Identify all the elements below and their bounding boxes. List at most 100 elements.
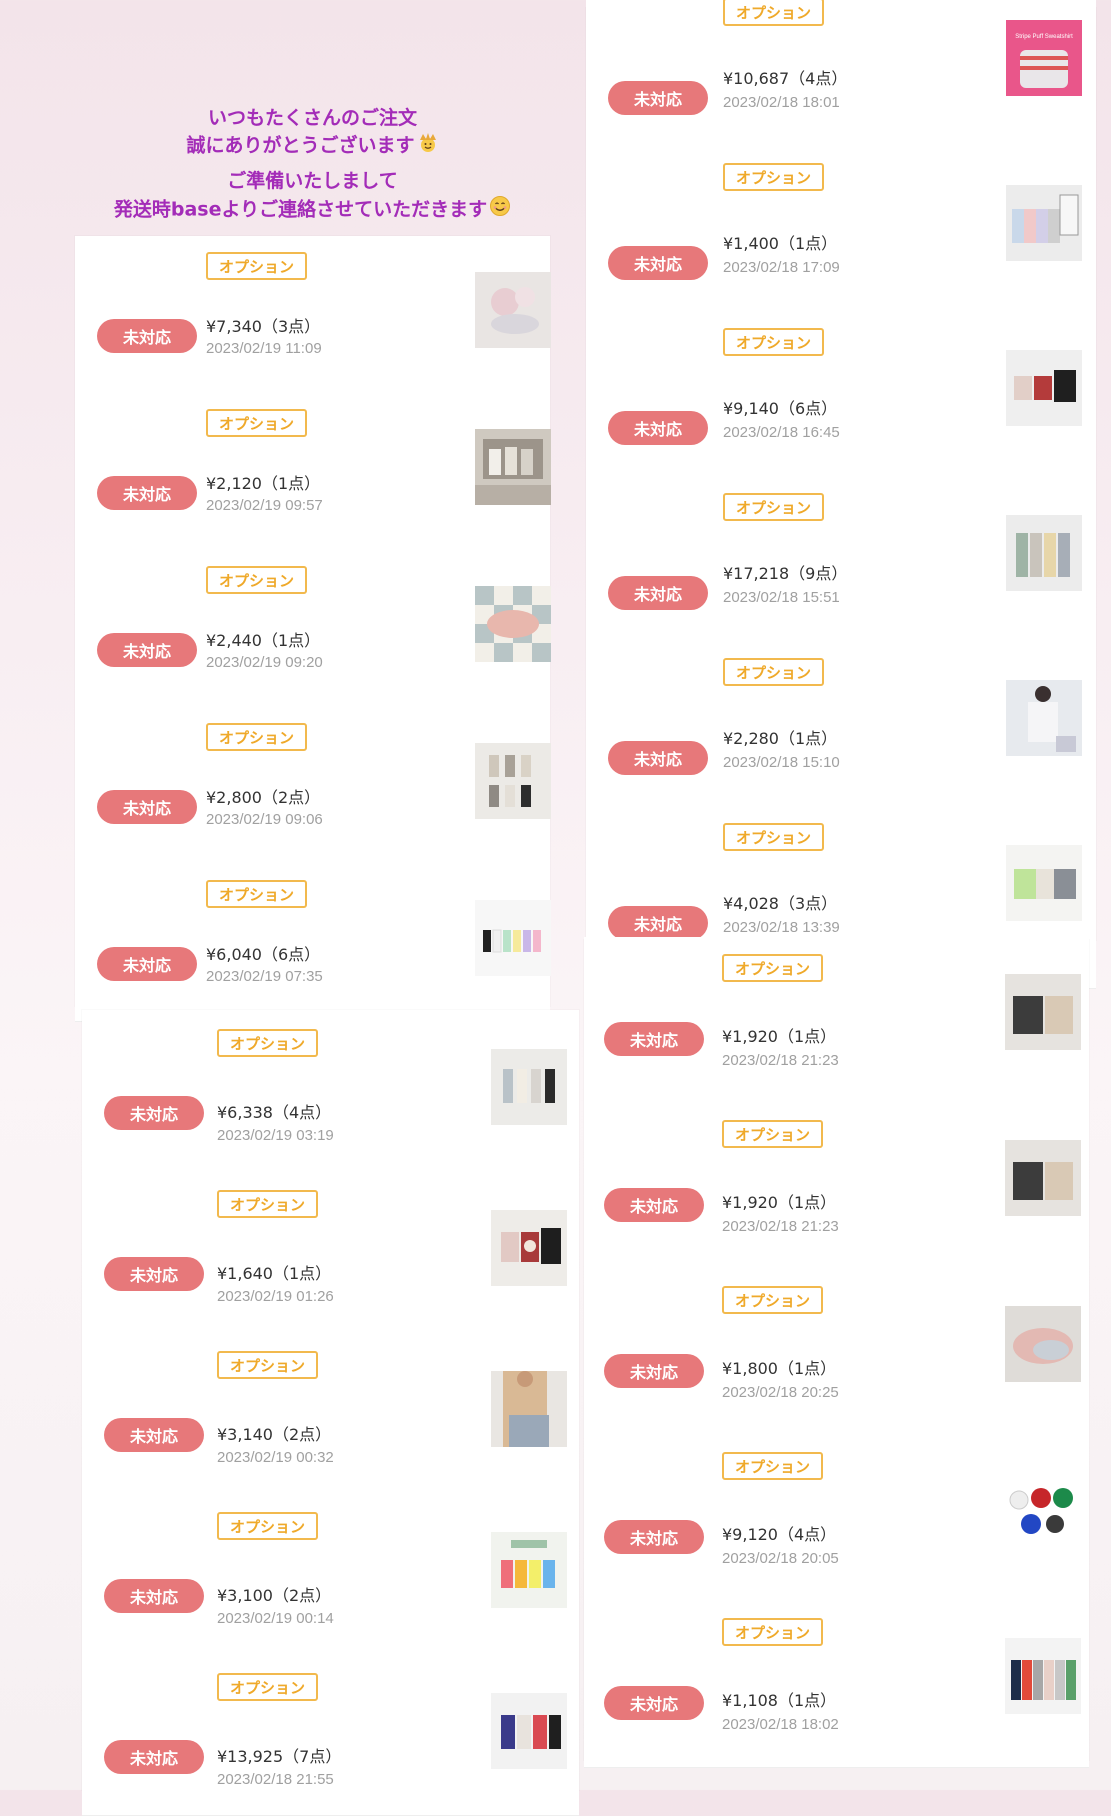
order-row[interactable]: 未対応 オプション ¥1,800（1点） 2023/02/18 20:25 [584,1269,1089,1436]
order-row[interactable]: 未対応 オプション ¥1,640（1点） 2023/02/19 01:26 [82,1171,579,1333]
order-date: 2023/02/18 18:02 [722,1716,839,1733]
status-badge[interactable]: 未対応 [97,633,197,667]
order-date: 2023/02/18 17:09 [723,259,840,276]
product-thumbnail[interactable] [491,1210,567,1286]
product-thumbnail[interactable] [1006,185,1082,261]
orders-panel-right-top: 未対応 オプション ¥10,687（4点） 2023/02/18 18:01 Strip… [586,0,1096,989]
status-badge[interactable]: 未対応 [104,1096,204,1130]
product-thumbnail[interactable] [475,743,551,819]
product-thumbnail[interactable] [1005,974,1081,1050]
product-thumbnail[interactable] [1005,1140,1081,1216]
order-row[interactable]: 未対応 オプション ¥2,800（2点） 2023/02/19 09:06 [75,707,551,865]
order-date: 2023/02/19 03:19 [217,1127,334,1144]
order-price: ¥2,440（1点） [206,631,321,650]
order-row[interactable]: 未対応 オプション ¥6,338（4点） 2023/02/19 03:19 [82,1010,579,1172]
order-row[interactable]: 未対応 オプション ¥10,687（4点） 2023/02/18 18:01 Strip… [586,0,1096,164]
product-thumbnail[interactable] [1005,1472,1081,1548]
status-badge[interactable]: 未対応 [604,1520,704,1554]
product-thumbnail[interactable] [475,900,551,976]
order-date: 2023/02/18 21:55 [217,1771,334,1788]
status-badge[interactable]: 未対応 [608,741,708,775]
order-price: ¥2,120（1点） [206,474,321,493]
order-date: 2023/02/18 21:23 [722,1218,839,1235]
option-tag: オプション [722,1618,824,1646]
option-tag: オプション [722,1120,824,1148]
order-row[interactable]: 未対応 オプション ¥6,040（6点） 2023/02/19 07:35 [75,864,551,1022]
status-badge[interactable]: 未対応 [104,1579,204,1613]
order-row[interactable]: 未対応 オプション ¥2,120（1点） 2023/02/19 09:57 [75,393,551,551]
product-thumbnail[interactable] [475,429,551,505]
message-line-3: ご準備いたしまして [227,170,398,192]
status-badge[interactable]: 未対応 [97,476,197,510]
product-thumbnail[interactable] [1005,1638,1081,1714]
order-date: 2023/02/19 09:20 [206,654,323,671]
option-tag: オプション [217,1190,319,1218]
option-tag: オプション [217,1351,319,1379]
order-row[interactable]: 未対応 オプション ¥9,140（6点） 2023/02/18 16:45 [586,328,1096,494]
order-date: 2023/02/19 00:32 [217,1449,334,1466]
order-row[interactable]: 未対応 オプション ¥1,400（1点） 2023/02/18 17:09 [586,163,1096,329]
status-badge[interactable]: 未対応 [104,1418,204,1452]
product-thumbnail[interactable] [1006,515,1082,591]
order-row[interactable]: 未対応 オプション ¥7,340（3点） 2023/02/19 11:09 [75,236,551,394]
order-row[interactable]: 未対応 オプション ¥3,100（2点） 2023/02/19 00:14 [82,1493,579,1655]
status-badge[interactable]: 未対応 [604,1354,704,1388]
status-badge[interactable]: 未対応 [104,1257,204,1291]
order-price: ¥1,920（1点） [722,1193,837,1212]
product-thumbnail[interactable] [491,1049,567,1125]
order-date: 2023/02/18 20:05 [722,1550,839,1567]
product-thumbnail[interactable] [1006,845,1082,921]
status-badge[interactable]: 未対応 [604,1022,704,1056]
option-tag: オプション [217,1673,319,1701]
message-line-4: 発送時baseよりご連絡させていただきます [113,198,488,221]
orders-panel-left-top: 未対応 オプション ¥7,340（3点） 2023/02/19 11:09 未対応 オプシ… [75,236,551,1022]
product-thumbnail[interactable] [491,1532,567,1608]
option-tag: オプション [722,1452,824,1480]
status-badge[interactable]: 未対応 [604,1686,704,1720]
order-price: ¥9,120（4点） [722,1525,837,1544]
product-thumbnail[interactable] [491,1693,567,1769]
order-row[interactable]: 未対応 オプション ¥2,440（1点） 2023/02/19 09:20 [75,550,551,708]
order-price: ¥6,338（4点） [217,1103,332,1122]
option-tag: オプション [217,1512,319,1540]
order-price: ¥4,028（3点） [723,894,838,913]
option-tag: オプション [206,566,308,594]
product-thumbnail[interactable] [475,586,551,662]
order-row[interactable]: 未対応 オプション ¥13,925（7点） 2023/02/18 21:55 [82,1654,579,1816]
product-thumbnail[interactable] [475,272,551,348]
product-thumbnail[interactable] [1006,350,1082,426]
status-badge[interactable]: 未対応 [97,790,197,824]
message-line-1: いつもたくさんのご注文 [207,107,417,129]
status-badge[interactable]: 未対応 [97,947,197,981]
status-badge[interactable]: 未対応 [608,81,708,115]
order-price: ¥3,100（2点） [217,1586,332,1605]
order-row[interactable]: 未対応 オプション ¥9,120（4点） 2023/02/18 20:05 [584,1435,1089,1602]
product-thumbnail[interactable] [491,1371,567,1447]
status-badge[interactable]: 未対応 [608,246,708,280]
order-price: ¥1,108（1点） [722,1691,837,1710]
product-thumbnail[interactable] [1006,680,1082,756]
order-price: ¥2,280（1点） [723,729,838,748]
status-badge[interactable]: 未対応 [97,319,197,353]
status-badge[interactable]: 未対応 [104,1740,204,1774]
status-badge[interactable]: 未対応 [608,411,708,445]
order-price: ¥10,687（4点） [723,69,848,88]
order-row[interactable]: 未対応 オプション ¥1,920（1点） 2023/02/18 21:23 [584,937,1089,1104]
option-tag: オプション [722,954,824,982]
order-row[interactable]: 未対応 オプション ¥17,218（9点） 2023/02/18 15:51 [586,493,1096,659]
order-row[interactable]: 未対応 オプション ¥2,280（1点） 2023/02/18 15:10 [586,658,1096,824]
order-row[interactable]: 未対応 オプション ¥3,140（2点） 2023/02/19 00:32 [82,1332,579,1494]
status-badge[interactable]: 未対応 [608,906,708,940]
status-badge[interactable]: 未対応 [604,1188,704,1222]
product-thumbnail[interactable]: Stripe Puff Sweatshirt [1006,20,1082,96]
order-date: 2023/02/18 18:01 [723,94,840,111]
order-price: ¥7,340（3点） [206,317,321,336]
status-badge[interactable]: 未対応 [608,576,708,610]
order-price: ¥3,140（2点） [217,1425,332,1444]
order-row[interactable]: 未対応 オプション ¥1,920（1点） 2023/02/18 21:23 [584,1103,1089,1270]
option-tag: オプション [723,823,825,851]
product-thumbnail[interactable] [1005,1306,1081,1382]
order-row[interactable]: 未対応 オプション ¥1,108（1点） 2023/02/18 18:02 [584,1601,1089,1768]
order-date: 2023/02/18 21:23 [722,1052,839,1069]
message-line-2: 誠にありがとうございます [186,134,415,157]
